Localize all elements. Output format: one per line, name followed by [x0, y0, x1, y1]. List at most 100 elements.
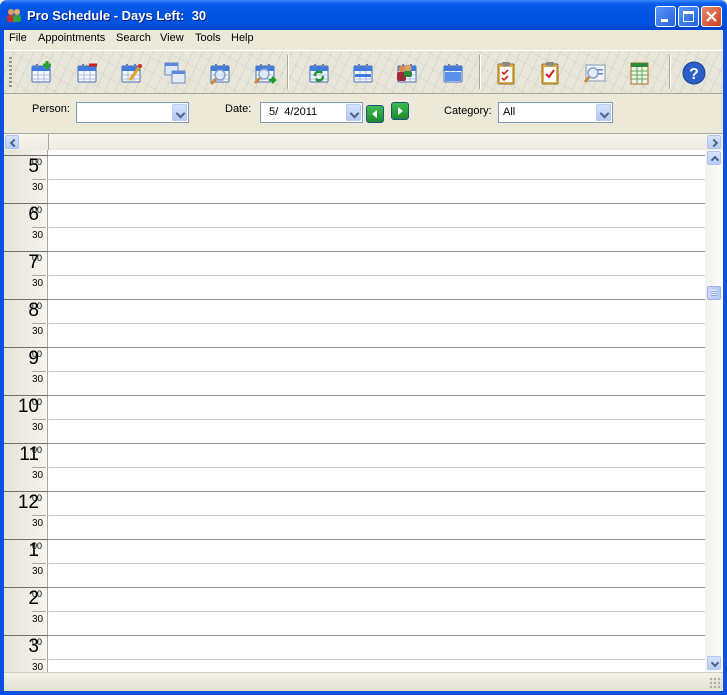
- time-slot[interactable]: [49, 612, 704, 635]
- minute-30-label: 30: [32, 566, 44, 577]
- scroll-down-button[interactable]: [707, 656, 721, 670]
- time-slot[interactable]: [49, 540, 704, 563]
- contact-search-button[interactable]: [582, 60, 608, 86]
- time-slot[interactable]: [49, 636, 704, 659]
- maximize-button[interactable]: [678, 6, 699, 27]
- time-slot[interactable]: [49, 396, 704, 419]
- next-day-button[interactable]: [391, 102, 409, 120]
- minute-00-label: 00: [32, 445, 43, 455]
- time-slot[interactable]: [49, 420, 704, 443]
- help-button[interactable]: ?: [681, 60, 707, 86]
- week-view-button[interactable]: [350, 60, 376, 86]
- time-slot[interactable]: [49, 252, 704, 275]
- filter-bar: Person: Date: 5/ 4/2011 Category: All: [4, 94, 723, 134]
- hour-row: 7 00 30: [4, 251, 705, 299]
- half-hour-tick: [32, 371, 46, 372]
- close-button[interactable]: [701, 6, 722, 27]
- divider: [48, 134, 49, 150]
- previous-day-button[interactable]: [366, 105, 384, 123]
- date-picker[interactable]: 5/ 4/2011: [260, 102, 363, 123]
- resize-grip[interactable]: [709, 677, 721, 689]
- vertical-scrollbar[interactable]: [705, 150, 723, 672]
- hour-divider: [4, 251, 48, 252]
- time-slot[interactable]: [49, 492, 704, 515]
- menu-file[interactable]: File: [9, 32, 27, 44]
- time-slot[interactable]: [49, 564, 704, 587]
- new-appointment-button[interactable]: [28, 60, 54, 86]
- minute-30-label: 30: [32, 278, 44, 289]
- status-bar: [4, 672, 723, 691]
- scroll-thumb[interactable]: [707, 286, 721, 300]
- copy-appointment-button[interactable]: [162, 60, 188, 86]
- time-slot[interactable]: [49, 468, 704, 491]
- minute-00-label: 00: [32, 541, 43, 551]
- time-slot[interactable]: [49, 660, 704, 672]
- toolbar-separator: [479, 55, 481, 89]
- menu-tools[interactable]: Tools: [195, 32, 221, 44]
- minute-30-label: 30: [32, 518, 44, 529]
- time-slot[interactable]: [49, 324, 704, 347]
- date-value: 5/ 4/2011: [269, 106, 318, 118]
- time-slot[interactable]: [49, 180, 704, 203]
- hour-divider: [4, 539, 48, 540]
- half-hour-tick: [32, 275, 46, 276]
- chevron-down-icon[interactable]: [172, 104, 187, 121]
- time-slot[interactable]: [49, 588, 704, 611]
- scroll-up-button[interactable]: [707, 151, 721, 165]
- calendar-add-icon: [31, 61, 51, 83]
- calendar-search-icon: [209, 64, 230, 86]
- refresh-button[interactable]: [306, 60, 332, 86]
- app-window: Pro Schedule - Days Left: 30 File Appoin…: [0, 0, 727, 695]
- hour-row: 5 00 30: [4, 155, 705, 203]
- minute-00-label: 00: [32, 205, 43, 215]
- toolbar-grip[interactable]: [9, 57, 12, 87]
- delete-appointment-button[interactable]: [74, 60, 100, 86]
- spreadsheet-icon: [630, 62, 649, 85]
- client-area: File Appointments Search View Tools Help…: [4, 30, 723, 691]
- clipboard-list-icon: [497, 62, 515, 85]
- time-slot[interactable]: [49, 228, 704, 251]
- time-slot[interactable]: [49, 204, 704, 227]
- minute-00-label: 00: [32, 157, 43, 167]
- task-check-button[interactable]: [537, 60, 563, 86]
- title-bar[interactable]: Pro Schedule - Days Left: 30: [0, 0, 727, 30]
- hour-divider: [4, 299, 48, 300]
- time-slot[interactable]: [49, 516, 704, 539]
- hour-row: 6 00 30: [4, 203, 705, 251]
- edit-appointment-button[interactable]: [118, 60, 144, 86]
- minimize-button[interactable]: [655, 6, 676, 27]
- person-select[interactable]: [76, 102, 189, 123]
- time-slot[interactable]: [49, 372, 704, 395]
- close-icon: [706, 11, 717, 22]
- hour-row: 3 00 30: [4, 635, 705, 672]
- calendar-refresh-icon: [309, 64, 329, 83]
- time-slot[interactable]: [49, 348, 704, 371]
- half-hour-tick: [32, 563, 46, 564]
- column-header-bar: [4, 134, 723, 150]
- find-appointment-button[interactable]: [207, 60, 233, 86]
- half-hour-tick: [32, 467, 46, 468]
- minute-30-label: 30: [32, 422, 44, 433]
- people-view-button[interactable]: [394, 60, 420, 86]
- chevron-down-icon[interactable]: [596, 104, 611, 121]
- menu-search[interactable]: Search: [116, 32, 151, 44]
- time-slot[interactable]: [49, 156, 704, 179]
- menu-appointments[interactable]: Appointments: [38, 32, 105, 44]
- month-view-button[interactable]: [440, 60, 466, 86]
- menu-help[interactable]: Help: [231, 32, 254, 44]
- find-next-button[interactable]: [252, 60, 278, 86]
- task-list-button[interactable]: [493, 60, 519, 86]
- time-slot[interactable]: [49, 444, 704, 467]
- toolbar-separator: [287, 55, 289, 89]
- contact-card-search-icon: [583, 64, 606, 83]
- scroll-right-button[interactable]: [707, 135, 721, 149]
- menu-view[interactable]: View: [160, 32, 184, 44]
- time-slot[interactable]: [49, 300, 704, 323]
- category-select[interactable]: All: [498, 102, 613, 123]
- time-slot[interactable]: [49, 276, 704, 299]
- report-button[interactable]: [626, 60, 652, 86]
- hour-row: 8 00 30: [4, 299, 705, 347]
- minute-00-label: 00: [32, 493, 43, 503]
- scroll-left-button[interactable]: [5, 135, 19, 149]
- chevron-down-icon[interactable]: [346, 104, 361, 121]
